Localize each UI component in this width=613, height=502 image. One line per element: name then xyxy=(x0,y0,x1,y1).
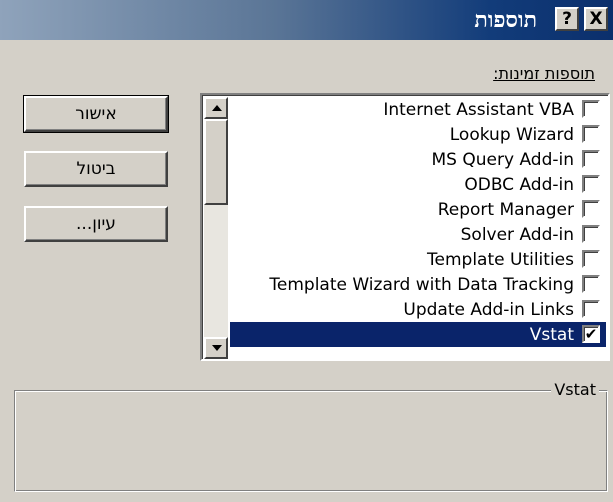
list-item[interactable]: Solver Add-in xyxy=(230,222,606,247)
cancel-button[interactable]: ביטול xyxy=(24,151,168,187)
addin-label: MS Query Add-in xyxy=(431,150,574,170)
addin-label: Vstat xyxy=(529,325,574,345)
addin-checkbox[interactable] xyxy=(582,125,600,143)
list-item[interactable]: Update Add-in Links xyxy=(230,297,606,322)
help-button[interactable]: ? xyxy=(555,7,579,31)
ok-button[interactable]: אישור xyxy=(23,95,169,133)
vertical-scrollbar[interactable] xyxy=(204,97,228,359)
addin-checkbox[interactable] xyxy=(582,150,600,168)
addin-checkbox[interactable] xyxy=(582,275,600,293)
list-item[interactable]: Lookup Wizard xyxy=(230,122,606,147)
list-item[interactable]: Template Wizard with Data Tracking xyxy=(230,272,606,297)
scroll-down-button[interactable] xyxy=(204,337,228,359)
addin-label: Solver Add-in xyxy=(460,225,574,245)
addin-label: Template Utilities xyxy=(427,250,574,270)
addin-checkbox[interactable] xyxy=(582,300,600,318)
scroll-thumb[interactable] xyxy=(204,119,228,205)
addin-checkbox[interactable] xyxy=(582,250,600,268)
title-bar: תוספות ? X xyxy=(0,0,613,40)
browse-button[interactable]: עיון... xyxy=(24,206,168,242)
window-title: תוספות xyxy=(474,7,537,33)
addin-checkbox[interactable]: ✔ xyxy=(582,325,600,343)
list-item[interactable]: MS Query Add-in xyxy=(230,147,606,172)
addins-list: Internet Assistant VBA Lookup Wizard MS … xyxy=(230,97,606,347)
addin-label: Report Manager xyxy=(437,200,574,220)
addin-checkbox[interactable] xyxy=(582,175,600,193)
scroll-up-button[interactable] xyxy=(204,97,228,119)
list-item[interactable]: Internet Assistant VBA xyxy=(230,97,606,122)
available-addins-label: תוספות זמינות: xyxy=(493,64,595,83)
list-item[interactable]: Report Manager xyxy=(230,197,606,222)
addin-label: Update Add-in Links xyxy=(403,300,574,320)
description-title: Vstat xyxy=(551,380,599,399)
arrow-up-icon xyxy=(212,105,222,111)
arrow-down-icon xyxy=(212,345,222,351)
addin-checkbox[interactable] xyxy=(582,200,600,218)
list-item-selected[interactable]: ✔ Vstat xyxy=(230,322,606,347)
addin-label: Internet Assistant VBA xyxy=(383,100,574,120)
close-button[interactable]: X xyxy=(584,7,608,31)
addin-label: ODBC Add-in xyxy=(464,175,574,195)
list-item[interactable]: Template Utilities xyxy=(230,247,606,272)
description-group: Vstat xyxy=(14,380,608,492)
addins-listbox[interactable]: Internet Assistant VBA Lookup Wizard MS … xyxy=(200,93,610,361)
addin-label: Template Wizard with Data Tracking xyxy=(269,275,574,295)
addin-checkbox[interactable] xyxy=(582,100,600,118)
list-item[interactable]: ODBC Add-in xyxy=(230,172,606,197)
addin-checkbox[interactable] xyxy=(582,225,600,243)
addin-label: Lookup Wizard xyxy=(449,125,574,145)
